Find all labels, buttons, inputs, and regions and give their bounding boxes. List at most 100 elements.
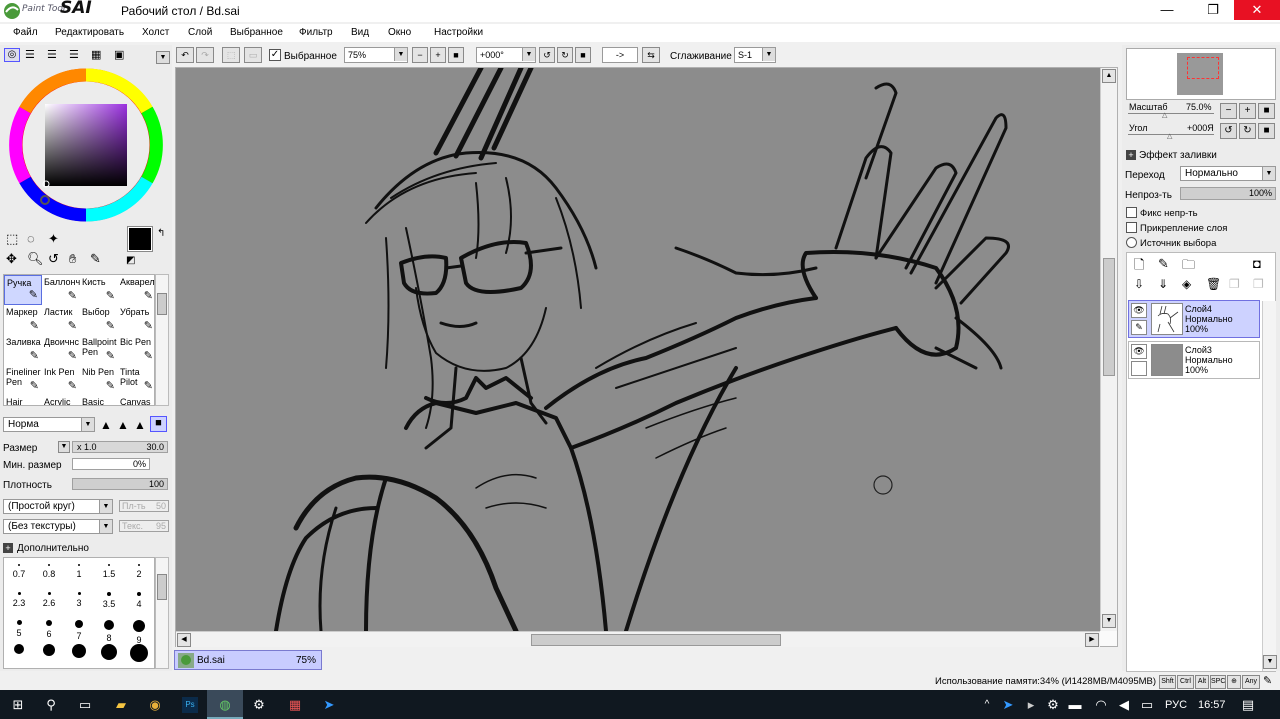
sai-taskbar-icon[interactable]: ◍ [217, 697, 233, 713]
canvas-horizontal-scrollbar[interactable]: ◀ ▶ [176, 631, 1100, 647]
clear-layer-icon[interactable]: ◈ [1182, 277, 1191, 291]
app-grid-icon[interactable]: ▦ [287, 697, 303, 713]
angle-slider-thumb-icon[interactable]: △ [1167, 132, 1172, 140]
tool-grid-scrollbar[interactable] [155, 274, 169, 406]
tool-19[interactable]: Basic [80, 395, 118, 405]
layer-edit-pen-icon[interactable]: ✎ [1131, 320, 1147, 335]
tool-1[interactable]: Ручка ✎ [4, 275, 42, 305]
fill-effect-label[interactable]: Эффект заливки [1139, 150, 1217, 161]
horizontal-scroll-thumb[interactable] [531, 634, 781, 646]
menu-window[interactable]: Окно [388, 27, 411, 38]
chrome-icon[interactable]: ◉ [147, 697, 163, 713]
tool-11[interactable]: Ballpoint Pen ✎ [80, 335, 118, 365]
brush-size-preset[interactable] [34, 644, 64, 666]
tray-clock[interactable]: 16:57 [1198, 699, 1226, 711]
move-icon[interactable]: ✥ [6, 251, 17, 267]
stabilizer-icon[interactable]: ⇆ [642, 47, 660, 63]
brush-size-preset[interactable]: 9 [124, 616, 154, 645]
brush-size-preset[interactable] [4, 644, 34, 666]
redo-button[interactable]: ↷ [196, 47, 214, 63]
rotate-icon[interactable]: ↺ [48, 251, 59, 267]
blend-mode-select[interactable]: Норма ▼ [3, 417, 95, 432]
nav-rotate-reset-button[interactable]: ■ [1258, 123, 1275, 139]
smoothing-select[interactable]: S-1 ▼ [734, 47, 776, 63]
scroll-right-icon[interactable]: ▶ [1085, 633, 1099, 647]
layer-edit-box[interactable] [1131, 361, 1147, 376]
tray-battery-icon[interactable]: ▬ [1067, 697, 1083, 713]
brush-size-preset[interactable] [124, 644, 154, 666]
brush-shape-select[interactable]: (Простой круг) ▼ [3, 499, 113, 514]
hsv-slider-mode-icon[interactable]: ☰ [47, 48, 57, 61]
nav-zoom-in-button[interactable]: + [1239, 103, 1256, 119]
brush-size-scrollbar[interactable] [155, 557, 169, 669]
tool-10[interactable]: Двоичнс ✎ [42, 335, 80, 365]
brush-size-preset[interactable]: 2 [124, 560, 154, 582]
angle-select[interactable]: +000° ▼ [476, 47, 536, 63]
zoom-out-button[interactable]: − [412, 47, 428, 63]
shape-param-field[interactable]: Пл-ть 50 [119, 500, 169, 512]
hand-icon[interactable]: ✋︎ [69, 251, 76, 267]
tool-13[interactable]: Fineliner Pen ✎ [4, 365, 42, 395]
brush-size-preset[interactable] [94, 644, 124, 666]
new-layer-icon[interactable]: 🗋︎ [1134, 256, 1144, 278]
paste-layer-icon[interactable]: ❐ [1253, 277, 1264, 291]
undo-button[interactable]: ↶ [176, 47, 194, 63]
tool-8[interactable]: Убрать ✎ [118, 305, 154, 335]
selection-source-radio[interactable] [1126, 237, 1137, 248]
invert-selection-button[interactable]: ▭ [244, 47, 262, 63]
texture-param-field[interactable]: Текс. 95 [119, 520, 169, 532]
menu-layer[interactable]: Слой [188, 27, 212, 38]
eyedropper-icon[interactable]: ✎ [90, 251, 101, 267]
copy-layer-icon[interactable]: ❐ [1229, 277, 1240, 291]
edge-square-icon[interactable]: ■ [150, 416, 167, 432]
color-wheel-mode-icon[interactable]: ◎ [4, 48, 20, 62]
advanced-label[interactable]: Дополнительно [17, 543, 89, 554]
tool-18[interactable]: Acrylic [42, 395, 80, 405]
edge-medium-icon[interactable]: ▲ [117, 418, 129, 432]
brush-size-preset[interactable]: 0.7 [4, 560, 34, 582]
tool-4[interactable]: Акварел ✎ [118, 275, 154, 305]
tray-language[interactable]: РУС [1165, 699, 1187, 711]
layer-visibility-icon[interactable]: 👁︎ [1131, 344, 1147, 359]
brush-texture-select[interactable]: (Без текстуры) ▼ [3, 519, 113, 534]
menu-canvas[interactable]: Холст [142, 27, 169, 38]
canvas-vertical-scrollbar[interactable]: ▲ ▼ [1100, 68, 1117, 631]
brush-size-preset[interactable] [64, 644, 94, 666]
tool-9[interactable]: Заливка ✎ [4, 335, 42, 365]
document-tab[interactable]: Bd.sai 75% [174, 650, 322, 670]
rotate-right-button[interactable]: ↻ [557, 47, 573, 63]
merge-down-icon[interactable]: ⇓ [1158, 277, 1168, 291]
scale-slider-thumb-icon[interactable]: △ [1162, 111, 1167, 119]
close-button[interactable]: ✕ [1234, 0, 1280, 20]
layer-row-active[interactable]: 👁︎ ✎ Слой4 Нормально 100% [1128, 300, 1260, 338]
tool-14[interactable]: Ink Pen ✎ [42, 365, 80, 395]
brush-size-preset[interactable]: 4 [124, 588, 154, 610]
tool-20[interactable]: Canvas [118, 395, 154, 405]
navigator-preview[interactable] [1126, 48, 1276, 100]
layers-scrollbar[interactable]: ▼ [1262, 301, 1277, 671]
swap-colors-icon[interactable]: ↰ [157, 228, 165, 239]
flip-button[interactable]: -> [602, 47, 638, 63]
color-wheel[interactable] [8, 67, 164, 223]
rect-select-icon[interactable]: ⬚ [6, 231, 18, 247]
tray-expand-icon[interactable]: ^ [979, 697, 995, 713]
tray-steam-icon[interactable]: ⚙ [1045, 697, 1061, 713]
minimize-button[interactable]: — [1144, 0, 1190, 20]
selection-checkbox[interactable]: ✓ [269, 49, 281, 61]
zoom-select[interactable]: 75% ▼ [344, 47, 408, 63]
mixer-mode-icon[interactable]: ☰ [69, 48, 79, 61]
brush-size-preset[interactable]: 3.5 [94, 588, 124, 610]
nav-rotate-right-button[interactable]: ↻ [1239, 123, 1256, 139]
tool-2[interactable]: Баллонч ✎ [42, 275, 80, 305]
scroll-left-icon[interactable]: ◀ [177, 633, 191, 647]
brush-size-preset[interactable]: 7 [64, 616, 94, 641]
tray-wifi-icon[interactable]: ◠ [1093, 697, 1109, 713]
layer-visibility-icon[interactable]: 👁︎ [1131, 303, 1147, 318]
file-explorer-icon[interactable]: ▰ [113, 697, 129, 713]
scroll-down-icon[interactable]: ▼ [1102, 614, 1116, 628]
layer-mask-icon[interactable]: ◘ [1253, 256, 1261, 271]
zoom-icon[interactable]: 🔍︎ [27, 251, 44, 267]
rgb-slider-mode-icon[interactable]: ☰ [25, 48, 35, 61]
density-slider[interactable]: 100 [72, 478, 168, 490]
tray-notification-icon[interactable]: ▭ [1139, 697, 1155, 713]
